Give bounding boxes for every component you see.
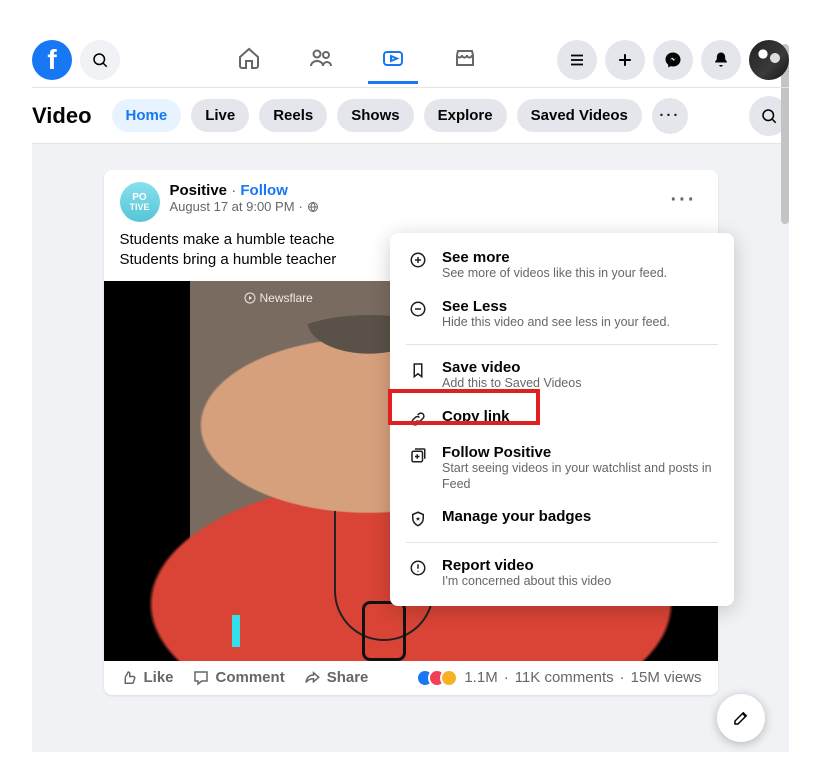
- account-avatar[interactable]: [749, 40, 789, 80]
- menu-divider: [406, 542, 718, 543]
- minus-circle-icon: [409, 300, 427, 318]
- video-watermark: Newsflare: [260, 291, 313, 305]
- compose-fab[interactable]: [717, 694, 765, 742]
- comment-button[interactable]: Comment: [192, 669, 285, 687]
- menu-manage-badges[interactable]: Manage your badges: [390, 500, 734, 536]
- subtab-more[interactable]: ···: [652, 98, 688, 134]
- subtab-live[interactable]: Live: [191, 99, 249, 132]
- menu-follow-page[interactable]: Follow Positive Start seeing videos in y…: [390, 436, 734, 500]
- play-watermark-icon: [244, 292, 256, 304]
- menu-save-video[interactable]: Save video Add this to Saved Videos: [390, 351, 734, 400]
- ellipsis-icon: ···: [671, 189, 697, 212]
- nav-marketplace[interactable]: [440, 36, 490, 84]
- global-search-button[interactable]: [80, 40, 120, 80]
- subtab-explore[interactable]: Explore: [424, 99, 507, 132]
- menu-report-video[interactable]: Report video I'm concerned about this vi…: [390, 549, 734, 598]
- post-action-bar: Like Comment Share 1.1M: [120, 661, 702, 687]
- watch-icon: [381, 46, 405, 70]
- messenger-icon: [663, 50, 683, 70]
- bell-icon: [711, 50, 731, 70]
- share-icon: [303, 669, 321, 687]
- plus-icon: [615, 50, 635, 70]
- page-title: Video: [32, 103, 92, 129]
- subtab-shows[interactable]: Shows: [337, 99, 413, 132]
- nav-video[interactable]: [368, 36, 418, 84]
- center-nav: [224, 36, 490, 84]
- comment-count[interactable]: 11K comments: [515, 669, 614, 686]
- subtab-saved-videos[interactable]: Saved Videos: [517, 99, 642, 132]
- house-icon: [237, 46, 261, 70]
- search-icon: [760, 107, 778, 125]
- menu-see-less[interactable]: See Less Hide this video and see less in…: [390, 290, 734, 339]
- storefront-icon: [453, 46, 477, 70]
- exclamation-circle-icon: [409, 559, 427, 577]
- facebook-logo[interactable]: f: [32, 40, 72, 80]
- plus-circle-icon: [409, 251, 427, 269]
- video-subnav: Video Home Live Reels Shows Explore Save…: [32, 88, 789, 144]
- post-more-button[interactable]: ···: [666, 182, 702, 218]
- search-icon: [91, 51, 109, 69]
- share-button[interactable]: Share: [303, 669, 369, 687]
- subtab-home[interactable]: Home: [112, 99, 182, 132]
- link-icon: [409, 410, 427, 428]
- top-navbar: f: [32, 32, 789, 88]
- nav-home[interactable]: [224, 36, 274, 84]
- thumb-up-icon: [120, 669, 138, 687]
- reaction-care-icon: [440, 669, 458, 687]
- page-name[interactable]: Positive: [170, 182, 228, 199]
- menu-see-more[interactable]: See more See more of videos like this in…: [390, 241, 734, 290]
- shield-star-icon: [409, 510, 427, 528]
- globe-icon: [307, 201, 319, 213]
- reaction-stack[interactable]: [416, 669, 458, 687]
- menu-lines-icon: [568, 51, 586, 69]
- view-count[interactable]: 15M views: [631, 669, 702, 686]
- reaction-count[interactable]: 1.1M: [464, 669, 497, 686]
- page-avatar[interactable]: POTIVE: [120, 182, 160, 222]
- messenger-button[interactable]: [653, 40, 693, 80]
- menu-divider: [406, 344, 718, 345]
- video-caption-indicator: [232, 615, 240, 647]
- nav-friends[interactable]: [296, 36, 346, 84]
- comment-icon: [192, 669, 210, 687]
- menu-copy-link[interactable]: Copy link: [390, 400, 734, 436]
- create-button[interactable]: [605, 40, 645, 80]
- people-icon: [309, 46, 333, 70]
- ellipsis-icon: ···: [659, 107, 680, 124]
- bookmark-icon: [409, 361, 427, 379]
- subtab-reels[interactable]: Reels: [259, 99, 327, 132]
- like-button[interactable]: Like: [120, 669, 174, 687]
- facebook-logo-letter: f: [47, 44, 56, 76]
- follow-link[interactable]: Follow: [240, 182, 288, 199]
- edit-icon: [732, 709, 750, 727]
- post-timestamp[interactable]: August 17 at 9:00 PM: [170, 199, 295, 214]
- post-options-menu: See more See more of videos like this in…: [390, 233, 734, 606]
- notifications-button[interactable]: [701, 40, 741, 80]
- add-collection-icon: [409, 446, 427, 464]
- menu-grid-button[interactable]: [557, 40, 597, 80]
